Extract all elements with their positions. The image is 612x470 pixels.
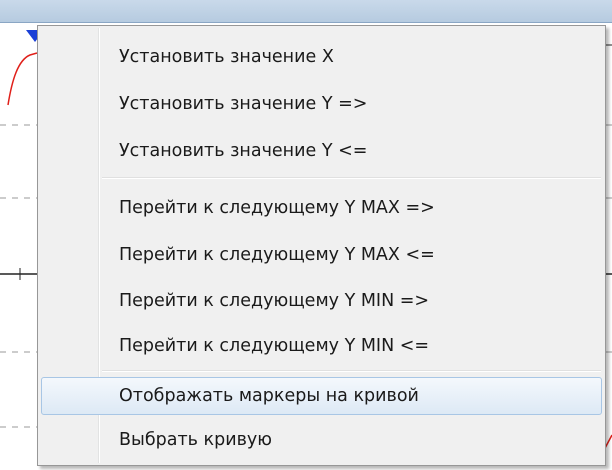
chart-gridlines-left [0,124,37,428]
menu-item-next-ymin-backward[interactable]: Перейти к следующему Y MIN <= [41,327,602,365]
menu-item-next-ymax-backward[interactable]: Перейти к следующему Y MAX <= [41,236,602,274]
menu-separator [102,370,601,372]
menu-item-set-y-backward[interactable]: Установить значение Y <= [41,132,602,170]
menu-item-set-x[interactable]: Установить значение X [41,38,602,76]
context-menu: Установить значение X Установить значени… [37,25,606,466]
menu-separator [102,177,601,179]
menu-item-set-y-forward[interactable]: Установить значение Y => [41,85,602,123]
chart-gridlines-right [606,124,612,353]
chart-curve [7,52,38,106]
menu-item-next-ymin-forward[interactable]: Перейти к следующему Y MIN => [41,282,602,320]
menu-item-select-curve[interactable]: Выбрать кривую [41,421,602,459]
menu-item-next-ymax-forward[interactable]: Перейти к следующему Y MAX => [41,189,602,227]
menu-item-show-markers[interactable]: Отображать маркеры на кривой [41,377,602,415]
